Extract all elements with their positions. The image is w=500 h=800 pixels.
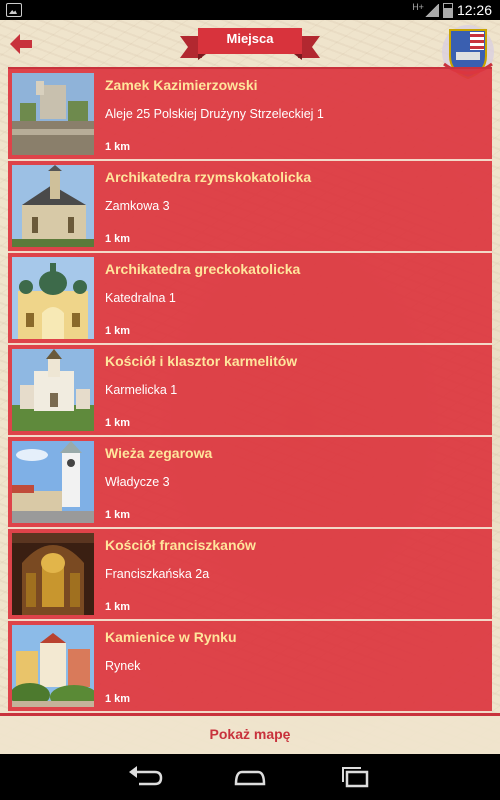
place-distance: 1 km [105,141,131,153]
back-nav-icon[interactable] [125,764,165,790]
page-title: Miejsca [226,31,274,46]
place-name: Archikatedra greckokatolicka [105,261,301,277]
place-address: Zamkowa 3 [105,199,170,213]
app-screen: Miejsca Zamek Kazimierzowski Aleje 25 Po… [0,20,500,754]
place-name: Kamienice w Rynku [105,629,237,645]
place-photo [12,73,94,155]
place-name: Zamek Kazimierzowski [105,77,258,93]
arrow-left-icon [10,34,32,54]
home-nav-icon[interactable] [230,764,270,790]
battery-icon [442,2,453,18]
place-address: Aleje 25 Polskiej Drużyny Strzeleckiej 1 [105,107,324,121]
place-address: Katedralna 1 [105,291,176,305]
place-name: Kościół i klasztor karmelitów [105,353,298,369]
signal-icon [424,3,439,17]
list-item[interactable]: Wieża zegarowa Władycze 3 1 km [8,437,492,529]
place-address: Karmelicka 1 [105,383,178,397]
place-distance: 1 km [105,325,131,337]
list-item[interactable]: Kościół i klasztor karmelitów Karmelicka… [8,345,492,437]
place-name: Wieża zegarowa [105,445,213,461]
list-item[interactable]: Kościół franciszkanów Franciszkańska 2a … [8,529,492,621]
list-item[interactable]: Archikatedra greckokatolicka Katedralna … [8,253,492,345]
place-photo [12,257,94,339]
place-distance: 1 km [105,601,131,613]
place-address: Franciszkańska 2a [105,567,210,581]
status-bar: H+ 12:26 [0,0,500,20]
place-distance: 1 km [105,509,131,521]
back-button[interactable] [10,34,32,54]
navigation-bar [0,754,500,800]
place-distance: 1 km [105,417,131,429]
list-item[interactable]: Kamienice w Rynku Rynek 1 km [8,621,492,713]
place-distance: 1 km [105,233,131,245]
network-type: H+ [412,2,424,12]
status-right: H+ 12:26 [412,2,492,18]
place-address: Rynek [105,659,141,673]
list-item[interactable]: Archikatedra rzymskokatolicka Zamkowa 3 … [8,161,492,253]
show-map-button[interactable]: Pokaż mapę [0,726,500,742]
gallery-notification-icon [6,3,22,17]
header: Miejsca [0,20,500,80]
footer: Pokaż mapę [0,713,500,754]
place-photo [12,349,94,431]
title-ribbon: Miejsca [180,26,320,60]
list-item[interactable]: Zamek Kazimierzowski Aleje 25 Polskiej D… [8,69,492,161]
place-distance: 1 km [105,693,131,705]
place-name: Archikatedra rzymskokatolicka [105,169,312,185]
place-photo [12,441,94,523]
recent-apps-icon[interactable] [335,764,375,790]
place-photo [12,165,94,247]
place-photo [12,533,94,615]
place-address: Władycze 3 [105,475,170,489]
place-name: Kościół franciszkanów [105,537,256,553]
clock: 12:26 [456,2,492,18]
place-photo [12,625,94,707]
places-list: Zamek Kazimierzowski Aleje 25 Polskiej D… [8,67,492,733]
